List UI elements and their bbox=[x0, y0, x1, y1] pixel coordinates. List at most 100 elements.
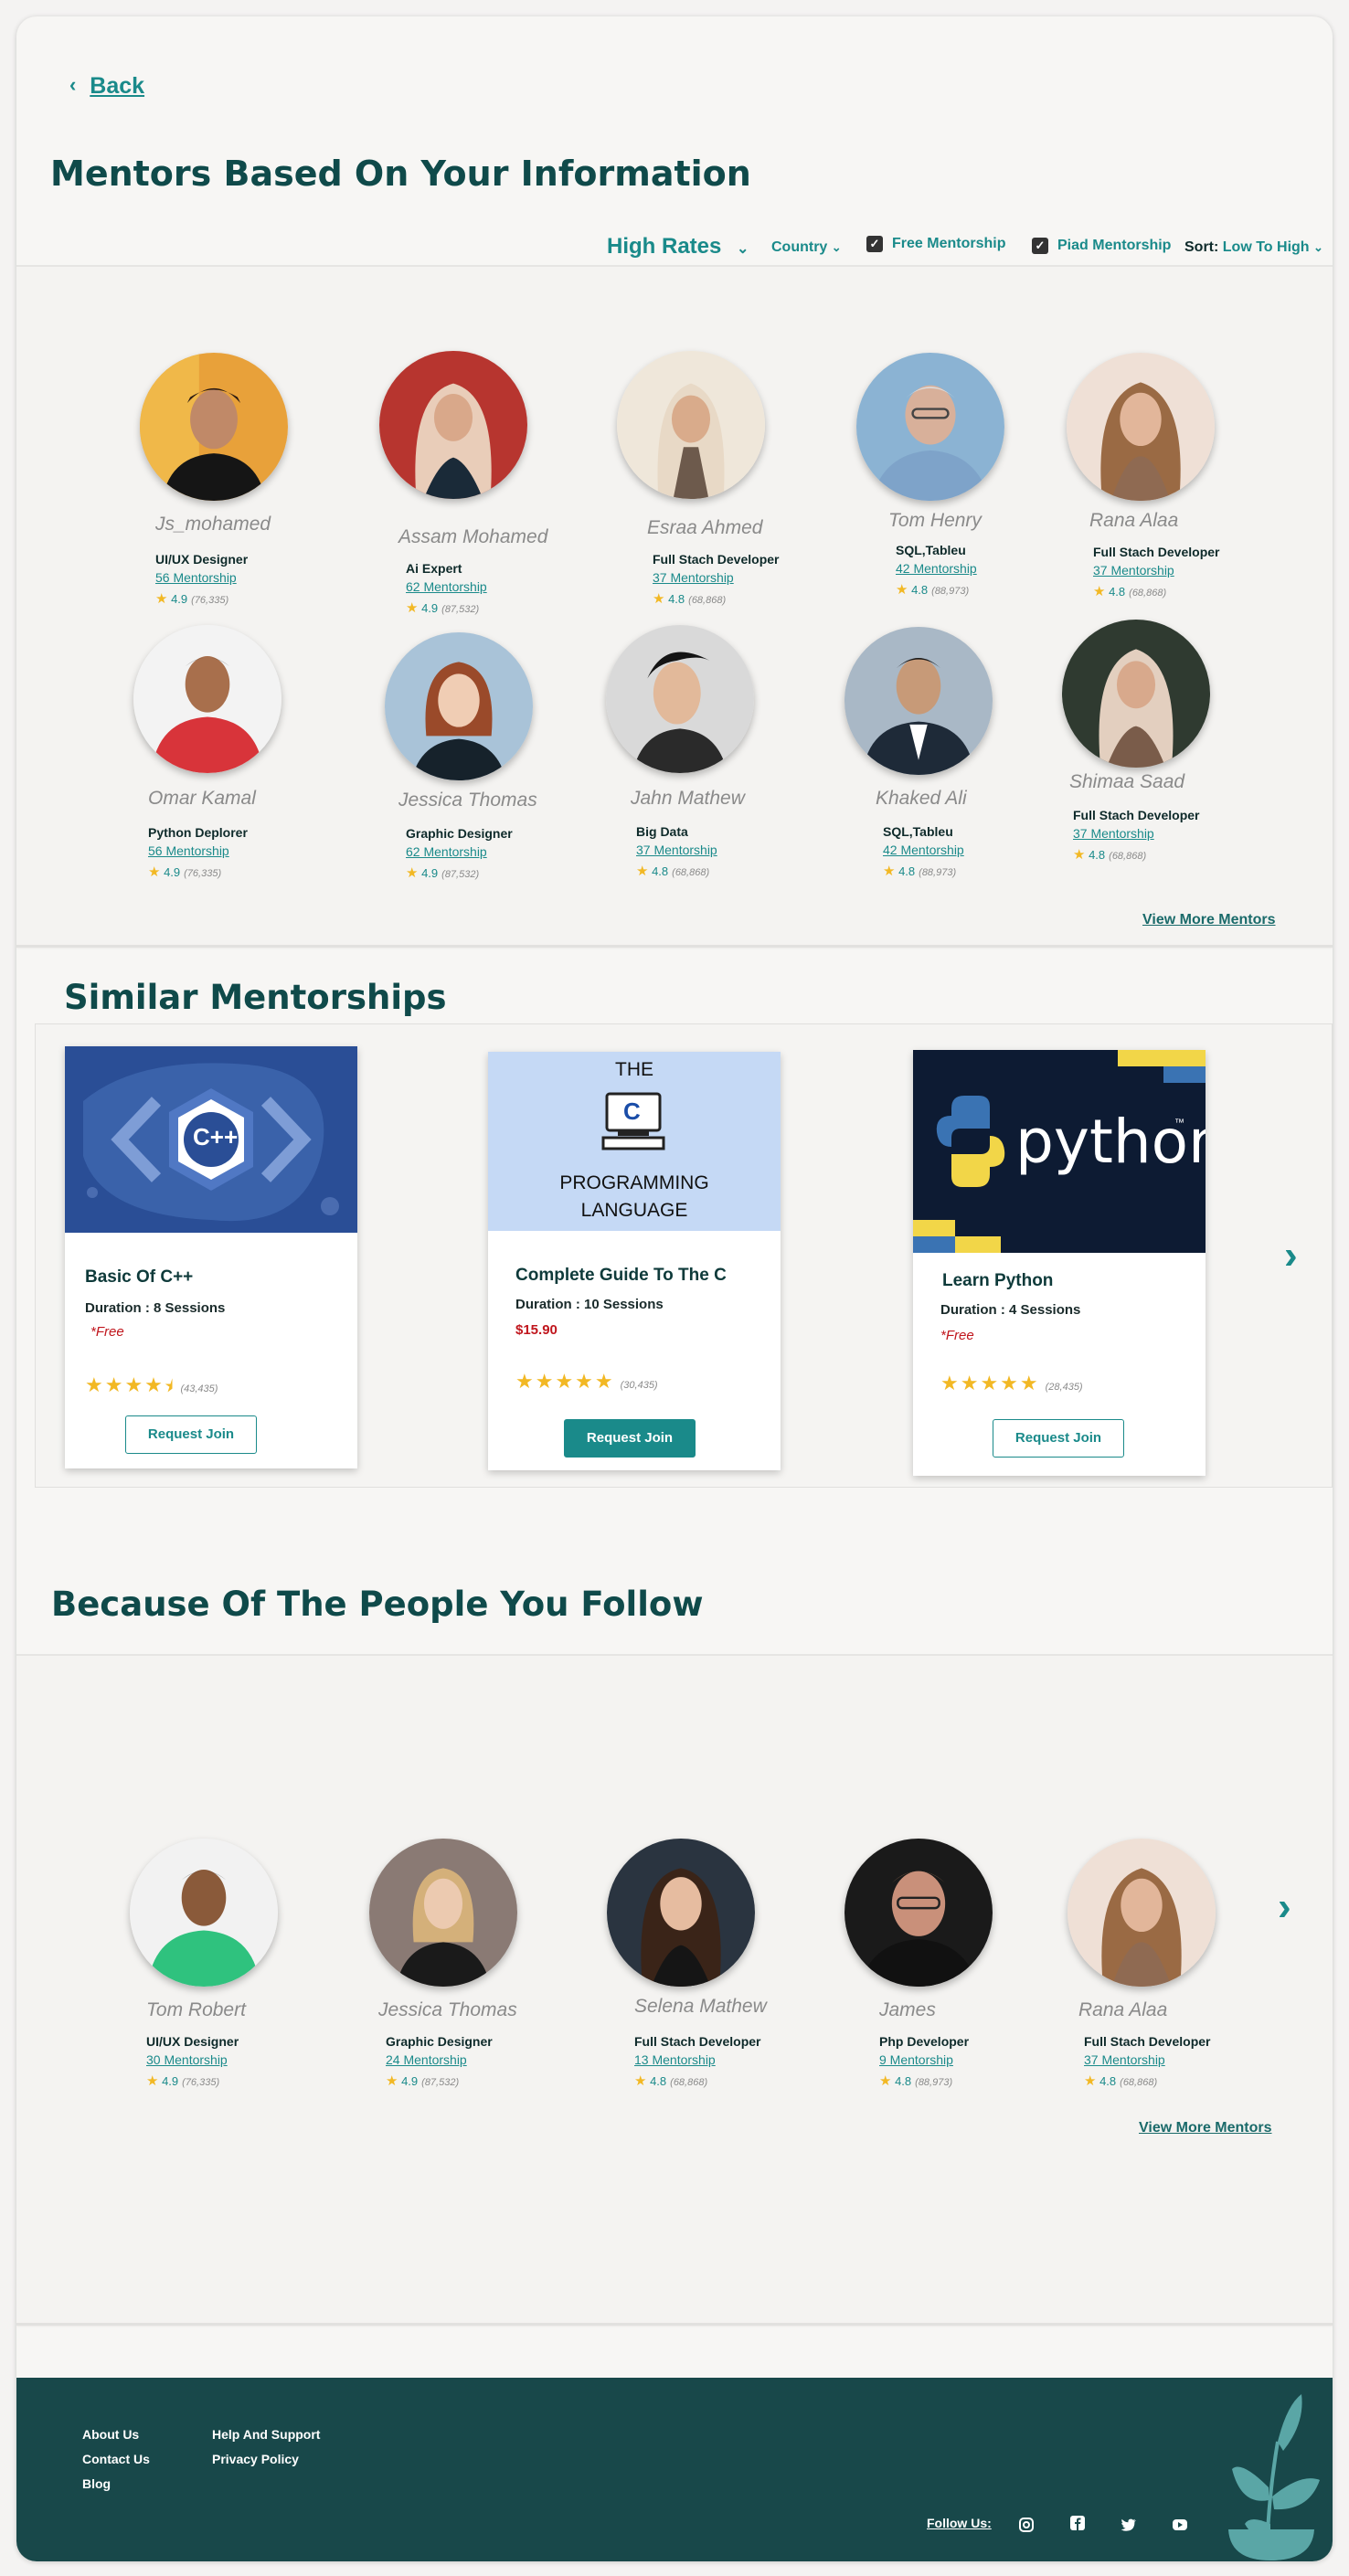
mentor-name[interactable]: Jessica Thomas bbox=[398, 790, 537, 811]
footer-link-help[interactable]: Help And Support bbox=[212, 2427, 320, 2442]
instagram-icon[interactable] bbox=[1018, 2517, 1035, 2533]
footer-link-blog[interactable]: Blog bbox=[82, 2476, 111, 2491]
back-link[interactable]: ‹ Back bbox=[69, 73, 144, 100]
mentor-mentorship-link[interactable]: 42 Mentorship bbox=[896, 561, 977, 576]
avatar[interactable] bbox=[379, 351, 527, 499]
mentor-mentorship-link[interactable]: 37 Mentorship bbox=[1084, 2052, 1165, 2067]
rating-count: (68,868) bbox=[1129, 588, 1167, 599]
rating-value: 4.9 bbox=[421, 866, 439, 880]
mentor-rating: ★ 4.8 (68,868) bbox=[1093, 583, 1166, 599]
footer-link-about[interactable]: About Us bbox=[82, 2427, 139, 2442]
chevron-right-icon[interactable]: › bbox=[1278, 1884, 1291, 1930]
mentor-role: Ai Expert bbox=[406, 561, 462, 576]
sort-dropdown[interactable]: Sort: Low To High ⌄ bbox=[1184, 239, 1323, 256]
avatar[interactable] bbox=[140, 353, 288, 501]
mentor-name[interactable]: James bbox=[879, 1999, 936, 2021]
youtube-icon[interactable] bbox=[1172, 2517, 1188, 2533]
avatar[interactable] bbox=[385, 632, 533, 780]
view-more-mentors-link[interactable]: View More Mentors bbox=[1139, 2120, 1272, 2136]
mentor-name[interactable]: Rana Alaa bbox=[1078, 1999, 1167, 2021]
footer-link-contact[interactable]: Contact Us bbox=[82, 2452, 150, 2466]
mentor-mentorship-link[interactable]: 62 Mentorship bbox=[406, 844, 487, 859]
course-card[interactable]: THE C PROGRAMMING LANGUAGE Complete Guid… bbox=[488, 1052, 781, 1470]
avatar[interactable] bbox=[133, 625, 281, 773]
avatar[interactable] bbox=[606, 625, 754, 773]
rates-dropdown[interactable]: High Rates ⌄ bbox=[607, 234, 749, 260]
avatar[interactable] bbox=[1068, 1839, 1216, 1987]
similar-title: Similar Mentorships bbox=[64, 978, 447, 1017]
free-mentorship-checkbox[interactable]: ✓ Free Mentorship bbox=[866, 236, 1005, 252]
rating-value: 4.8 bbox=[650, 2074, 667, 2088]
request-join-button[interactable]: Request Join bbox=[993, 1419, 1124, 1458]
rating-value: 4.8 bbox=[668, 592, 685, 606]
twitter-icon[interactable] bbox=[1121, 2517, 1137, 2533]
mentor-mentorship-link[interactable]: 37 Mentorship bbox=[653, 570, 734, 585]
mentor-rating: ★ 4.8 (68,868) bbox=[1084, 2072, 1157, 2089]
mentor-name[interactable]: Tom Henry bbox=[888, 510, 982, 532]
rating-count: (87,532) bbox=[441, 604, 480, 615]
mentor-name[interactable]: Selena Mathew bbox=[634, 1996, 767, 2018]
mentor-role: Big Data bbox=[636, 824, 688, 839]
mentor-mentorship-link[interactable]: 62 Mentorship bbox=[406, 579, 487, 594]
mentor-name[interactable]: Omar Kamal bbox=[148, 788, 256, 810]
star-icon: ★ bbox=[146, 2073, 159, 2089]
star-icon: ★ bbox=[636, 864, 649, 879]
avatar[interactable] bbox=[130, 1839, 278, 1987]
mentor-mentorship-link[interactable]: 30 Mentorship bbox=[146, 2052, 228, 2067]
follow-title: Because Of The People You Follow bbox=[51, 1585, 704, 1624]
mentor-role: SQL,Tableu bbox=[883, 824, 953, 839]
course-thumbnail: python ™ bbox=[913, 1050, 1206, 1253]
course-thumb-line1: THE bbox=[615, 1059, 653, 1080]
mentor-mentorship-link[interactable]: 13 Mentorship bbox=[634, 2052, 716, 2067]
rates-label: High Rates bbox=[607, 234, 722, 259]
mentor-mentorship-link[interactable]: 37 Mentorship bbox=[1093, 563, 1174, 578]
avatar[interactable] bbox=[369, 1839, 517, 1987]
course-card[interactable]: python ™ Learn Python Duration : 4 Sessi… bbox=[913, 1050, 1206, 1476]
mentor-role: Full Stach Developer bbox=[1084, 2034, 1211, 2049]
star-icon: ★ bbox=[883, 864, 896, 879]
mentor-mentorship-link[interactable]: 37 Mentorship bbox=[1073, 826, 1154, 841]
country-dropdown[interactable]: Country ⌄ bbox=[771, 239, 842, 256]
avatar[interactable] bbox=[844, 627, 993, 775]
request-join-button[interactable]: Request Join bbox=[564, 1419, 696, 1458]
mentor-name[interactable]: Jessica Thomas bbox=[378, 1999, 517, 2021]
paid-mentorship-checkbox[interactable]: ✓ Piad Mentorship bbox=[1032, 238, 1171, 254]
mentor-mentorship-link[interactable]: 56 Mentorship bbox=[148, 843, 229, 858]
avatar[interactable] bbox=[856, 353, 1004, 501]
rating-value: 4.8 bbox=[911, 583, 929, 597]
avatar[interactable] bbox=[1062, 620, 1210, 768]
mentor-rating: ★ 4.8 (68,868) bbox=[634, 2072, 707, 2089]
avatar[interactable] bbox=[617, 351, 765, 499]
mentor-name[interactable]: Js_mohamed bbox=[155, 514, 271, 535]
chevron-right-icon[interactable]: › bbox=[1284, 1233, 1298, 1278]
footer-link-privacy[interactable]: Privacy Policy bbox=[212, 2452, 299, 2466]
view-more-mentors-link[interactable]: View More Mentors bbox=[1142, 912, 1276, 928]
mentor-mentorship-link[interactable]: 42 Mentorship bbox=[883, 843, 964, 857]
avatar[interactable] bbox=[1067, 353, 1215, 501]
mentor-name[interactable]: Shimaa Saad bbox=[1069, 771, 1184, 793]
mentor-role: UI/UX Designer bbox=[146, 2034, 239, 2049]
course-price: *Free bbox=[940, 1328, 974, 1343]
mentor-name[interactable]: Rana Alaa bbox=[1089, 510, 1178, 532]
avatar[interactable] bbox=[607, 1839, 755, 1987]
rating-value: 4.9 bbox=[421, 601, 439, 615]
mentor-name[interactable]: Esraa Ahmed bbox=[647, 517, 762, 539]
chevron-down-icon: ⌄ bbox=[1313, 240, 1323, 254]
course-card[interactable]: C++ Basic Of C++ Duration : 8 Sessions *… bbox=[65, 1046, 357, 1468]
courses-carousel: C++ Basic Of C++ Duration : 8 Sessions *… bbox=[35, 1023, 1333, 1488]
request-join-button[interactable]: Request Join bbox=[125, 1415, 257, 1454]
rating-count: (88,973) bbox=[919, 867, 957, 878]
mentor-name[interactable]: Assam Mohamed bbox=[398, 526, 547, 548]
back-label: Back bbox=[90, 73, 145, 99]
mentor-mentorship-link[interactable]: 37 Mentorship bbox=[636, 843, 717, 857]
mentor-mentorship-link[interactable]: 56 Mentorship bbox=[155, 570, 237, 585]
mentor-name[interactable]: Tom Robert bbox=[146, 1999, 246, 2021]
mentor-mentorship-link[interactable]: 9 Mentorship bbox=[879, 2052, 953, 2067]
mentor-mentorship-link[interactable]: 24 Mentorship bbox=[386, 2052, 467, 2067]
mentor-name[interactable]: Jahn Mathew bbox=[631, 788, 745, 810]
mentor-name[interactable]: Khaked Ali bbox=[876, 788, 967, 810]
facebook-icon[interactable] bbox=[1069, 2515, 1086, 2531]
avatar[interactable] bbox=[844, 1839, 993, 1987]
country-label: Country bbox=[771, 239, 828, 255]
chevron-left-icon: ‹ bbox=[69, 73, 77, 96]
